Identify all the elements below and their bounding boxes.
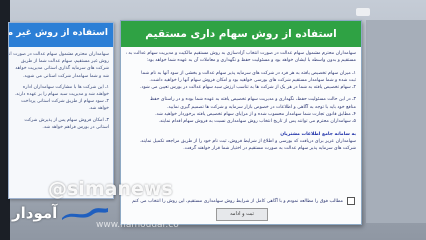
intro-line: سهامداران محترم مشمول سهام عدالت در صورت… [126,51,356,56]
list-item: ثبت شده و شما سهامدار مستقیم شرکت های بو… [149,77,356,83]
indirect-method-panel[interactable]: استفاده از روش غیر مستقیم سهامداران محتر… [8,22,114,199]
text-line: شد و شما سهامدار شرکت استانی می شوید. [22,73,109,79]
list-item: ۴ـ مطابق قانون تجارت شما سهامدار محسوب ش… [155,112,356,118]
corner-badge-icon [356,8,370,16]
text-line: ۳ـ امکان فروش سهام پس از پذیرش شرکت [24,117,109,123]
outro-line: شرکت های سرمایه پذیر سهام عدالت به صورت … [183,146,356,152]
right-background-strip [366,20,426,223]
namoudar-logo: آمودار [12,204,58,222]
direct-panel-body: سهامداران محترم مشمول سهام عدالت در صورت… [121,47,361,153]
highlighted-link[interactable]: به سامانه جامع اطلاعات مشتریان [126,131,356,138]
list-item: منافع خود باید با توجه به آگاهی و اطلاعا… [166,104,356,110]
namoudar-url: www.namoudar.co [96,220,179,230]
list-item: ۳ـ در این حالت مسئولیت حفظ، نگهداری و مد… [149,97,356,103]
text-line: استانی در بورس فراهم خواهد شد. [42,124,109,130]
list-item: ۵ـ سهامداران محترم می توانند پس از تاریخ… [158,119,356,125]
intro-line: مستقیم و بدون واسطه با ایشان خواهد بود و… [146,58,357,64]
text-line: سهامداران محترم مشمول سهام عدالت در صورت… [8,52,109,57]
text-line: روش غیر مستقیم، سهام عدالت شما از طریق [20,59,109,65]
list-item: ۱ـ میزان سهام تخصیص یافته به هر فرد در ش… [141,70,356,76]
indirect-panel-text: سهامداران محترم مشمول سهام عدالت در صورت… [9,47,113,131]
list-item: ۲ـ سهام تخصیص یافته به شما در هر یک از ش… [140,85,356,91]
outro-line: سهامداران عزیز برای دریافت کد بورسی و اط… [139,138,356,144]
text-line: ۲ـ سود سهام از طریق شرکت استانی پرداخت [21,99,109,105]
submit-button[interactable]: ثبت و ادامه [216,208,268,221]
text-line: شرکت های سرمایه گذاری استانی مدیریت خواه… [15,66,109,72]
text-line: ۱ـ این شرکت ها با مشارکت سهامداران اداره [22,84,109,90]
simanews-watermark: @simanews [48,178,173,200]
agreement-checkbox[interactable] [347,197,355,205]
indirect-panel-title: استفاده از روش غیر مستقیم [9,23,113,47]
direct-panel-title: استفاده از روش سهام داری مستقیم [121,21,361,47]
text-line: خواهند شد و مدیریت سبد سهام را بر عهده د… [14,92,109,98]
flag-logo-icon [62,208,108,220]
text-line: خواهد شد. [88,106,109,112]
